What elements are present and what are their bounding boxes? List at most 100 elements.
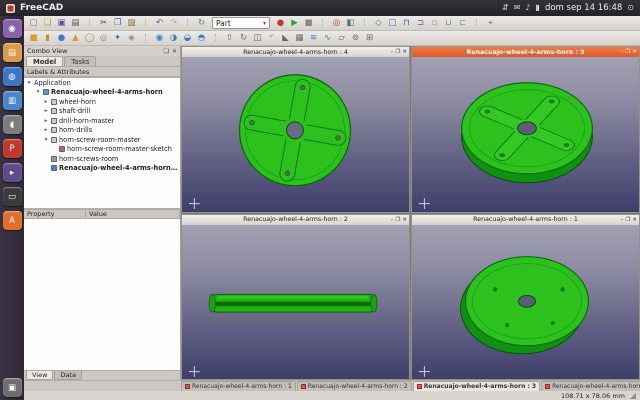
clock[interactable]: dom sep 14 16:48 (545, 3, 622, 13)
window-tab[interactable]: Renacuajo-wheel-4-arms-horn : 4 (541, 381, 640, 391)
primitives-icon[interactable]: ✦ (111, 32, 124, 45)
tree-item[interactable]: horn-screw-room-master-sketch (24, 145, 180, 155)
toolbar-separator[interactable]: ¦ (139, 32, 152, 45)
offset-icon[interactable]: ⊚ (349, 32, 362, 45)
dock-files[interactable]: ▤ (3, 43, 22, 62)
fillet-icon[interactable]: ◜ (265, 32, 278, 45)
cylinder-icon[interactable]: ▮ (41, 32, 54, 45)
toolbar-separator[interactable]: ¦ (209, 32, 222, 45)
tree-item[interactable]: ▸ horn-drills (24, 126, 180, 136)
loft-icon[interactable]: ≋ (307, 32, 320, 45)
viewport-titlebar[interactable]: Renacuajo-wheel-4-arms-horn : 2 – ❐ ✕ (182, 215, 409, 225)
window-tab[interactable]: Renacuajo-wheel-4-arms-horn : 2 (297, 381, 412, 391)
left-view-icon[interactable]: ⊏ (456, 17, 469, 30)
front-view-icon[interactable]: □ (386, 17, 399, 30)
float-panel-icon[interactable]: ❏ (164, 48, 169, 55)
dock-office-writer[interactable]: ▥ (3, 91, 22, 110)
value-column-header[interactable]: Value (86, 210, 180, 218)
viewport-3d-canvas[interactable] (182, 57, 409, 212)
box-icon[interactable]: ■ (27, 32, 40, 45)
copy-icon[interactable]: ❐ (111, 17, 124, 30)
close-panel-icon[interactable]: ✕ (172, 48, 177, 55)
expander-icon[interactable]: ▸ (43, 127, 49, 133)
dock-trash[interactable]: ▣ (3, 378, 22, 397)
fit-all-icon[interactable]: ◎ (330, 17, 343, 30)
macro-stop-icon[interactable]: ■ (302, 17, 315, 30)
tab-data[interactable]: Data (54, 371, 82, 380)
restore-icon[interactable]: ❐ (395, 49, 400, 55)
extrude-icon[interactable]: ⇧ (223, 32, 236, 45)
right-view-icon[interactable]: ⊐ (414, 17, 427, 30)
tree-item-application[interactable]: ▾ Application (24, 78, 180, 88)
tree-item[interactable]: ▸ shaft-drill (24, 107, 180, 117)
bottom-view-icon[interactable]: ⊔ (442, 17, 455, 30)
measure-distance-icon[interactable]: ⌖ (484, 17, 497, 30)
sphere-icon[interactable]: ● (55, 32, 68, 45)
dock-terminal[interactable]: ▭ (3, 187, 22, 206)
dock-media-player[interactable]: ▸ (3, 163, 22, 182)
close-icon[interactable]: ✕ (632, 49, 637, 55)
tree-item[interactable]: ▾ Renacuajo-wheel-4-arms-horn (24, 88, 180, 98)
tube-icon[interactable]: ◎ (97, 32, 110, 45)
expander-icon[interactable]: ▸ (43, 118, 49, 124)
top-view-icon[interactable]: ⊓ (400, 17, 413, 30)
dock-browser[interactable]: ◍ (3, 67, 22, 86)
tree-item[interactable]: ▸ drill-horn-master (24, 116, 180, 126)
ruled-surface-icon[interactable]: ▦ (293, 32, 306, 45)
property-editor[interactable] (24, 219, 180, 370)
refresh-icon[interactable]: ↻ (195, 17, 208, 30)
sound-indicator-icon[interactable]: ♪ (525, 0, 530, 16)
cone-icon[interactable]: ▲ (69, 32, 82, 45)
expander-icon[interactable]: ▾ (43, 137, 49, 143)
sweep-icon[interactable]: ∿ (321, 32, 334, 45)
expander-icon[interactable]: ▸ (43, 99, 49, 105)
tree-item[interactable]: horn-screws-room (24, 154, 180, 164)
tab-model[interactable]: Model (26, 56, 63, 66)
shape-builder-icon[interactable]: ◈ (125, 32, 138, 45)
paste-icon[interactable]: ▨ (125, 17, 138, 30)
tab-tasks[interactable]: Tasks (64, 56, 96, 66)
boolean-icon[interactable]: ◉ (153, 32, 166, 45)
network-indicator-icon[interactable]: ⇵ (502, 0, 509, 16)
new-document-icon[interactable]: ▢ (27, 17, 40, 30)
labels-attributes-header[interactable]: Labels & Attributes (24, 67, 180, 77)
print-icon[interactable]: ▤ (69, 17, 82, 30)
restore-icon[interactable]: ❐ (625, 49, 630, 55)
dock-gimp[interactable]: ◖ (3, 115, 22, 134)
viewport-3d-canvas[interactable] (412, 57, 639, 212)
mail-indicator-icon[interactable]: ✉ (514, 0, 521, 16)
minimize-icon[interactable]: – (391, 217, 394, 223)
save-icon[interactable]: ▣ (55, 17, 68, 30)
revolve-icon[interactable]: ↻ (237, 32, 250, 45)
dock-pdf-editor[interactable]: P (3, 139, 22, 158)
open-file-icon[interactable]: ❏ (41, 17, 54, 30)
rear-view-icon[interactable]: ▫ (428, 17, 441, 30)
restore-icon[interactable]: ❐ (625, 217, 630, 223)
draw-style-icon[interactable]: ◧ (344, 17, 357, 30)
viewport-titlebar[interactable]: Renacuajo-wheel-4-arms-horn : 3 – ❐ ✕ (412, 47, 639, 57)
toolbar-separator[interactable]: ¦ (181, 17, 194, 30)
window-tab[interactable]: Renacuajo-wheel-4-arms-horn : 3 (413, 381, 540, 391)
close-icon[interactable]: ✕ (402, 49, 407, 55)
toolbar-separator[interactable]: ¦ (358, 17, 371, 30)
close-icon[interactable]: ✕ (632, 217, 637, 223)
expander-icon[interactable]: ▾ (35, 89, 41, 95)
section-icon[interactable]: ▱ (335, 32, 348, 45)
boolean-cut-icon[interactable]: ◑ (167, 32, 180, 45)
redo-icon[interactable]: ↷ (167, 17, 180, 30)
dock-software-center[interactable]: A (3, 211, 22, 230)
minimize-icon[interactable]: – (621, 217, 624, 223)
restore-icon[interactable]: ❐ (395, 217, 400, 223)
toolbar-separator[interactable]: ¦ (316, 17, 329, 30)
axonometric-view-icon[interactable]: ◇ (372, 17, 385, 30)
tree-item[interactable]: Renacuajo-wheel-4-arms-horn-final (24, 164, 180, 174)
toolbar-separator[interactable]: ¦ (83, 17, 96, 30)
cut-icon[interactable]: ✂ (97, 17, 110, 30)
battery-indicator-icon[interactable]: ▮ (536, 0, 540, 16)
viewport-3d-canvas[interactable] (412, 225, 639, 380)
torus-icon[interactable]: ◯ (83, 32, 96, 45)
viewport-3d-canvas[interactable] (182, 225, 409, 380)
macro-play-icon[interactable]: ▶ (288, 17, 301, 30)
dock-dash[interactable]: ◉ (3, 19, 22, 38)
close-icon[interactable]: ✕ (402, 217, 407, 223)
